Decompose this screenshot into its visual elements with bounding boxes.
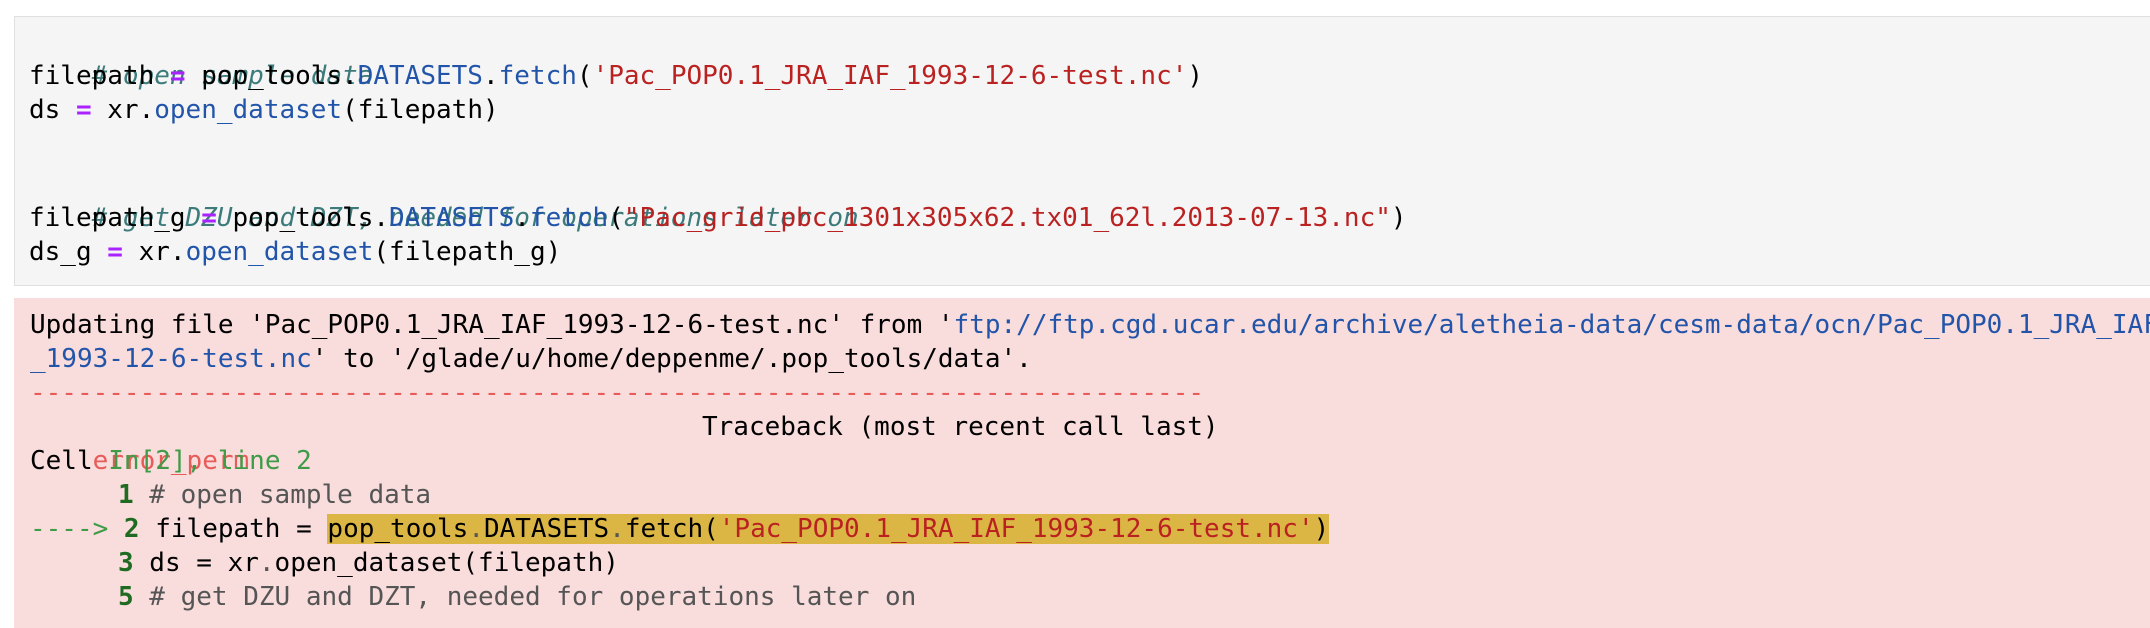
traceback-code: # open sample data [133, 480, 432, 510]
code-attribute: fetch [498, 61, 577, 91]
traceback-line-2: ----> 2 filepath = pop_tools.DATASETS.fe… [30, 512, 1330, 546]
traceback-code: filepath = [139, 514, 328, 544]
code-dot: . [258, 548, 275, 578]
hl-module: pop_tools [327, 514, 469, 544]
code-attribute: DATASETS [389, 203, 515, 233]
code-line-1: # open sample data [29, 25, 374, 91]
traceback-code: open_dataset(filepath) [274, 548, 619, 578]
traceback-code: # get DZU and DZT, needed for operations… [133, 582, 917, 612]
error-arrow: ----> [30, 514, 124, 544]
line-number: 2 [123, 514, 140, 544]
cell-reference: In[2], line 2 [108, 446, 312, 476]
traceback-label: Traceback (most recent call last) [702, 412, 1219, 442]
code-paren: ) [1390, 203, 1407, 233]
traceback-line-3: 3 ds = xr.open_dataset(filepath) [118, 546, 619, 580]
error-header-line: error_perm Traceback (most recent call l… [30, 410, 1230, 476]
code-var: ds_g [29, 237, 108, 267]
code-var: ds [29, 95, 76, 125]
code-operator: = [75, 95, 92, 125]
code-paren: ) [1187, 61, 1204, 91]
code-attribute: fetch [529, 203, 609, 233]
code-input-cell[interactable]: # open sample data filepath = pop_tools.… [14, 16, 2150, 286]
code-attribute: open_dataset [154, 95, 343, 125]
code-line-2: filepath = pop_tools.DATASETS.fetch('Pac… [29, 59, 1203, 93]
hl-close: ) [1313, 514, 1330, 544]
code-module: xr. [91, 95, 155, 125]
code-args: (filepath) [342, 95, 499, 125]
code-attribute: DATASETS [357, 61, 483, 91]
cell-reference-line: Cell In[2], line 2 [30, 444, 312, 478]
code-attribute: open_dataset [185, 237, 374, 267]
code-paren: ( [608, 203, 624, 233]
code-string: "Pac_grid_pbc_1301x305x62.tx01_62l.2013-… [623, 203, 1391, 233]
code-operator: = [169, 61, 186, 91]
code-dot: . [514, 203, 530, 233]
traceback-code: ds = xr [133, 548, 259, 578]
error-output-cell: Updating file 'Pac_POP0.1_JRA_IAF_1993-1… [14, 298, 2150, 628]
hl-string: 'Pac_POP0.1_JRA_IAF_1993-12-6-test.nc' [718, 514, 1314, 544]
code-line-5: # get DZU and DZT, needed for operations… [29, 167, 859, 233]
traceback-line-5: 5 # get DZU and DZT, needed for operatio… [118, 580, 916, 614]
code-line-3: ds = xr.open_dataset(filepath) [29, 93, 499, 127]
ftp-link-continued[interactable]: _1993-12-6-test.nc [30, 344, 312, 374]
updating-prefix: Updating file 'Pac_POP0.1_JRA_IAF_1993-1… [30, 310, 954, 340]
code-module: pop_tools. [185, 61, 358, 91]
hl-fetch: fetch( [624, 514, 719, 544]
code-dot: . [482, 61, 499, 91]
line-number: 5 [118, 582, 134, 612]
code-var: filepath [29, 61, 170, 91]
updating-message-line-2: _1993-12-6-test.nc' to '/glade/u/home/de… [30, 342, 1032, 376]
code-string: 'Pac_POP0.1_JRA_IAF_1993-12-6-test.nc' [592, 61, 1188, 91]
code-line-6: filepath_g = pop_tools.DATASETS.fetch("P… [29, 201, 1407, 235]
updating-suffix: ' to '/glade/u/home/deppenme/.pop_tools/… [311, 344, 1032, 374]
code-args: (filepath_g) [373, 237, 562, 267]
code-module: pop_tools. [216, 203, 390, 233]
code-module: xr. [122, 237, 186, 267]
code-operator: = [201, 203, 217, 233]
hl-dot: . [609, 514, 625, 544]
traceback-line-1: 1 # open sample data [118, 478, 431, 512]
highlighted-error-expression: pop_tools.DATASETS.fetch('Pac_POP0.1_JRA… [327, 514, 1330, 544]
code-line-7: ds_g = xr.open_dataset(filepath_g) [29, 235, 561, 269]
line-number: 3 [118, 548, 134, 578]
code-operator: = [107, 237, 123, 267]
code-var: filepath_g [29, 203, 202, 233]
hl-attr: DATASETS [483, 514, 610, 544]
hl-dot: . [468, 514, 484, 544]
traceback-separator: ----------------------------------------… [30, 378, 1204, 408]
ftp-link[interactable]: ftp://ftp.cgd.ucar.edu/archive/aletheia-… [954, 310, 2150, 340]
line-number: 1 [118, 480, 134, 510]
updating-message-line-1: Updating file 'Pac_POP0.1_JRA_IAF_1993-1… [30, 308, 2150, 342]
code-paren: ( [576, 61, 593, 91]
cell-prefix: Cell [30, 446, 109, 476]
